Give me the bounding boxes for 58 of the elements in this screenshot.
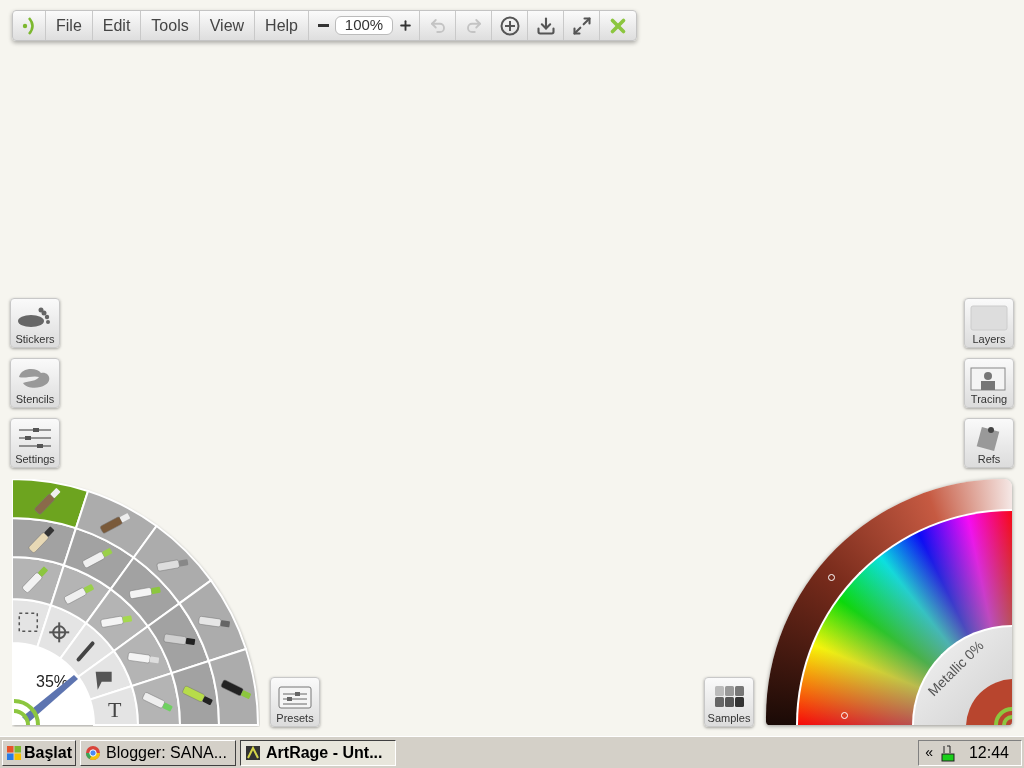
undo-icon bbox=[428, 16, 447, 35]
recenter-icon bbox=[498, 14, 521, 37]
airbrush-icon bbox=[198, 615, 231, 628]
taskbar-button[interactable]: Blogger: SANA... bbox=[80, 739, 237, 766]
samples-button[interactable]: Samples bbox=[704, 677, 754, 727]
expand-icon bbox=[571, 15, 592, 36]
app-icon bbox=[245, 744, 262, 761]
preset-folder-icon bbox=[275, 684, 315, 710]
settings-button[interactable]: Settings bbox=[10, 418, 60, 468]
text-tool-label[interactable]: T bbox=[108, 696, 122, 722]
menu-item[interactable]: File bbox=[46, 11, 93, 40]
glitter-icon bbox=[141, 691, 173, 712]
menu-item[interactable]: View bbox=[199, 11, 256, 40]
crayon-icon bbox=[100, 615, 133, 628]
start-label: Başlat bbox=[24, 742, 73, 763]
stencils-button[interactable]: Stencils bbox=[10, 358, 60, 408]
paint-tube-icon bbox=[127, 651, 160, 664]
tray-expand-button[interactable]: « bbox=[925, 742, 933, 763]
presets-button[interactable]: Presets bbox=[270, 677, 320, 727]
selection-icon bbox=[18, 612, 38, 633]
refs-button[interactable]: Refs bbox=[964, 418, 1014, 468]
flat-brush-icon bbox=[33, 487, 61, 516]
eraser-icon bbox=[63, 583, 95, 605]
logo-icon[interactable] bbox=[21, 15, 37, 36]
tracing-button[interactable]: Tracing bbox=[964, 358, 1014, 408]
tube-icon bbox=[21, 566, 49, 594]
sticker-spray-icon bbox=[181, 685, 213, 706]
minus-icon bbox=[317, 24, 329, 27]
knife-icon bbox=[156, 559, 189, 572]
round-brush-icon bbox=[99, 513, 131, 534]
marker-icon bbox=[128, 586, 161, 600]
redo-icon bbox=[464, 16, 483, 35]
windows-logo-icon bbox=[6, 744, 22, 761]
zoom-field[interactable]: 100% bbox=[335, 16, 393, 35]
layer-icon bbox=[969, 305, 1009, 331]
browser-icon bbox=[85, 744, 102, 761]
wheel-grip-icon[interactable] bbox=[13, 699, 40, 726]
inking-pen-icon bbox=[220, 679, 252, 700]
eyedropper-icon bbox=[76, 641, 95, 662]
layers-button[interactable]: Layers bbox=[964, 298, 1014, 348]
power-status-icon bbox=[938, 743, 957, 762]
stickers-button[interactable]: Stickers bbox=[10, 298, 60, 348]
tool-segment[interactable] bbox=[207, 648, 259, 726]
task-label: ArtRage - Unt... bbox=[266, 742, 383, 763]
menu-item[interactable]: Tools bbox=[141, 11, 200, 40]
move-arrows-icon bbox=[48, 621, 71, 644]
taskbar-button[interactable]: ArtRage - Unt... bbox=[240, 739, 397, 766]
roller-icon bbox=[81, 547, 113, 569]
pen-icon bbox=[163, 633, 196, 646]
download-icon bbox=[535, 15, 556, 36]
menu-item[interactable]: Edit bbox=[92, 11, 142, 40]
menu-item[interactable]: Help bbox=[255, 11, 309, 40]
task-label: Blogger: SANA... bbox=[106, 742, 227, 763]
plus-icon bbox=[397, 18, 413, 33]
tracing-image-icon bbox=[969, 365, 1009, 391]
start-button[interactable]: Başlat bbox=[2, 739, 77, 766]
clock: 12:44 bbox=[968, 742, 1009, 763]
pencil-icon bbox=[27, 526, 55, 554]
